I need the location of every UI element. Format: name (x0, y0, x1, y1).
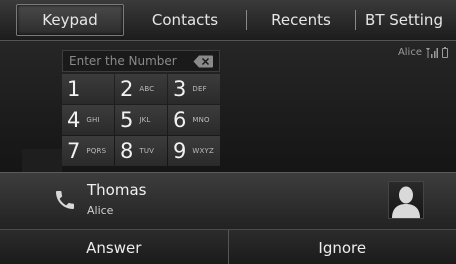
tab-keypad-label: Keypad (42, 11, 98, 29)
key-letters: ABC (139, 85, 155, 93)
key-2[interactable]: 2 ABC (115, 74, 167, 104)
caller-name: Thomas (87, 181, 147, 199)
scroll-left-button[interactable] (22, 149, 62, 172)
dial-keypad: 1 2 ABC 3 DEF 4 GHI 5 JKL 6 MNO 7 PQRS 8 TUV 9W… (62, 50, 220, 172)
key-8[interactable]: 8 TUV (115, 136, 167, 166)
key-letters: GHI (86, 116, 100, 124)
key-letters: JKL (139, 116, 151, 124)
signal-icon (426, 48, 438, 58)
caller-subtitle: Alice (87, 204, 114, 217)
keypad-panel: 1 2 ABC 3 DEF 4 GHI 5 JKL 6 MNO 7 PQRS 8 TUV 9W… (0, 41, 456, 172)
key-digit: 1 (67, 76, 81, 101)
key-digit: 6 (173, 107, 187, 132)
answer-button[interactable]: Answer (0, 230, 229, 264)
keypad-grid: 1 2 ABC 3 DEF 4 GHI 5 JKL 6 MNO 7 PQRS 8 TUV 9W… (62, 74, 220, 166)
tab-bt-setting-label: BT Setting (365, 11, 443, 29)
key-letters: WXYZ (192, 147, 214, 155)
key-digit: 8 (120, 138, 134, 163)
phone-icon (56, 191, 74, 209)
key-4[interactable]: 4 GHI (62, 105, 114, 135)
tab-contacts[interactable]: Contacts (124, 0, 246, 40)
key-letters: DEF (192, 85, 207, 93)
key-digit: 2 (120, 76, 134, 101)
tab-keypad[interactable]: Keypad (16, 4, 124, 36)
tab-bt-setting[interactable]: BT Setting (356, 0, 452, 40)
key-3[interactable]: 3 DEF (168, 74, 220, 104)
key-digit: 5 (120, 107, 134, 132)
key-5[interactable]: 5 JKL (115, 105, 167, 135)
ignore-button[interactable]: Ignore (229, 230, 456, 264)
key-1[interactable]: 1 (62, 74, 114, 104)
device-name: Alice (397, 47, 422, 58)
tab-bar: Keypad Contacts Recents BT Setting (0, 0, 456, 41)
key-letters: MNO (192, 116, 210, 124)
key-digit: 9 (173, 138, 187, 163)
tab-recents[interactable]: Recents (247, 0, 355, 40)
key-7[interactable]: 7 PQRS (62, 136, 114, 166)
key-6[interactable]: 6 MNO (168, 105, 220, 135)
phone-screen: Keypad Contacts Recents BT Setting 1 2 AB… (0, 0, 456, 264)
ignore-label: Ignore (318, 238, 367, 257)
key-9[interactable]: 9 WXYZ (168, 136, 220, 166)
key-digit: 4 (67, 107, 81, 132)
status-indicator: Alice (397, 46, 448, 58)
number-input[interactable] (69, 53, 179, 69)
tab-recents-label: Recents (271, 11, 331, 29)
key-digit: 7 (67, 138, 81, 163)
key-digit: 3 (173, 76, 187, 101)
answer-label: Answer (86, 238, 142, 257)
number-field[interactable] (62, 50, 220, 72)
call-actions: Answer Ignore (0, 229, 456, 264)
tab-contacts-label: Contacts (151, 11, 219, 29)
incoming-call-bar: Thomas Alice (0, 172, 456, 229)
backspace-icon[interactable] (193, 55, 213, 68)
key-letters: TUV (139, 147, 155, 155)
key-letters: PQRS (86, 147, 107, 155)
contact-avatar-icon (388, 181, 424, 219)
battery-icon (442, 46, 448, 58)
